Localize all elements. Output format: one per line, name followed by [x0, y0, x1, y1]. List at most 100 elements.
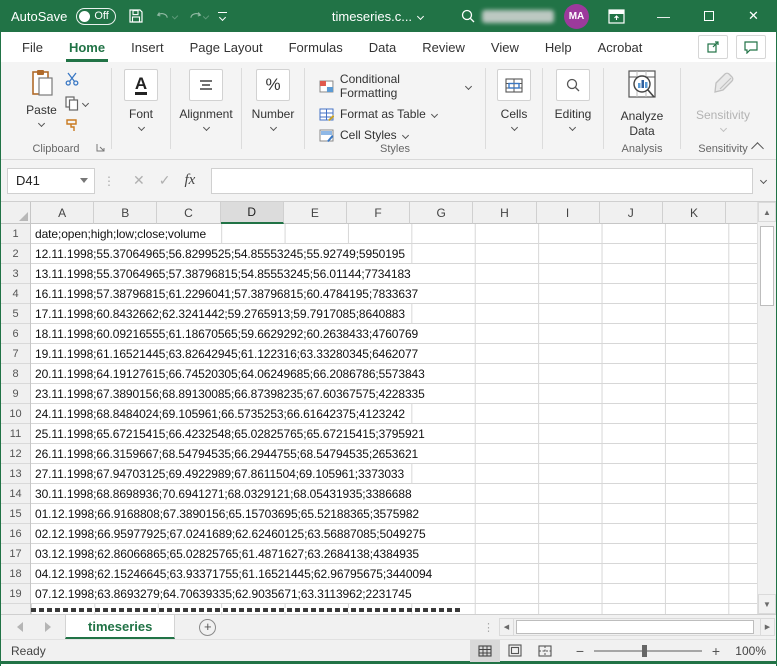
redo-icon[interactable]	[187, 5, 209, 27]
column-header-K[interactable]: K	[663, 202, 726, 224]
cut-button[interactable]	[65, 72, 88, 89]
row-header-1[interactable]: 1	[1, 224, 30, 244]
normal-view-button[interactable]	[470, 640, 500, 662]
grid-row-1[interactable]: date;open;high;low;close;volume	[31, 224, 210, 243]
column-header-C[interactable]: C	[157, 202, 220, 224]
number-button[interactable]: % Number	[252, 69, 295, 130]
document-title[interactable]: timeseries.c...	[332, 9, 412, 24]
previous-sheet-icon[interactable]	[17, 622, 23, 632]
grid-row-19[interactable]: 07.12.1998;63.8693279;64.70639335;62.903…	[31, 584, 416, 603]
grid-row-20-clipped[interactable]	[31, 608, 461, 612]
row-header-12[interactable]: 12	[1, 444, 30, 464]
horizontal-scrollbar-thumb[interactable]	[516, 620, 754, 634]
row-header-11[interactable]: 11	[1, 424, 30, 444]
editing-button[interactable]: Editing	[555, 69, 592, 130]
tab-view[interactable]: View	[478, 32, 532, 62]
row-header-2[interactable]: 2	[1, 244, 30, 264]
new-sheet-button[interactable]: +	[199, 619, 216, 636]
avatar[interactable]: MA	[564, 4, 589, 29]
grid-row-5[interactable]: 17.11.1998;60.8432662;62.3241442;59.2765…	[31, 304, 409, 323]
grid-row-4[interactable]: 16.11.1998;57.38796815;61.2296041;57.387…	[31, 284, 422, 303]
row-header-15[interactable]: 15	[1, 504, 30, 524]
tab-home[interactable]: Home	[56, 32, 118, 62]
row-header-16[interactable]: 16	[1, 524, 30, 544]
row-header-4[interactable]: 4	[1, 284, 30, 304]
horizontal-scrollbar[interactable]	[514, 618, 760, 636]
clipboard-dialog-launcher-icon[interactable]	[96, 141, 105, 155]
close-button[interactable]: ✕	[731, 0, 776, 32]
row-header-5[interactable]: 5	[1, 304, 30, 324]
grid-row-7[interactable]: 19.11.1998;61.16521445;63.82642945;61.12…	[31, 344, 422, 363]
row-header-9[interactable]: 9	[1, 384, 30, 404]
next-sheet-icon[interactable]	[45, 622, 51, 632]
row-header-13[interactable]: 13	[1, 464, 30, 484]
grid-row-11[interactable]: 25.11.1998;65.67215415;66.4232548;65.028…	[31, 424, 429, 443]
name-box-dropdown-icon[interactable]	[80, 178, 88, 183]
row-header-7[interactable]: 7	[1, 344, 30, 364]
page-layout-view-button[interactable]	[500, 640, 530, 662]
tab-data[interactable]: Data	[356, 32, 409, 62]
font-button[interactable]: A Font	[124, 69, 158, 130]
grid-row-18[interactable]: 04.12.1998;62.15246645;63.93371755;61.16…	[31, 564, 436, 583]
grid-row-17[interactable]: 03.12.1998;62.86066865;65.02825765;61.48…	[31, 544, 423, 563]
grid-row-2[interactable]: 12.11.1998;55.37064965;56.8299525;54.855…	[31, 244, 409, 263]
ribbon-display-options-icon[interactable]	[605, 5, 627, 27]
column-header-I[interactable]: I	[537, 202, 600, 224]
grid-row-12[interactable]: 26.11.1998;66.3159667;68.54794535;66.294…	[31, 444, 422, 463]
column-header-D[interactable]: D	[221, 202, 284, 224]
formula-bar-handle[interactable]: ⋮	[103, 178, 115, 184]
grid-row-6[interactable]: 18.11.1998;60.09216555;61.18670565;59.66…	[31, 324, 422, 343]
quick-access-toolbar-menu-icon[interactable]	[218, 12, 227, 20]
formula-input[interactable]	[211, 168, 753, 194]
column-header-E[interactable]: E	[284, 202, 347, 224]
autosave-toggle[interactable]: Off	[76, 8, 115, 25]
row-header-19[interactable]: 19	[1, 584, 30, 604]
enter-icon[interactable]: ✓	[159, 172, 171, 189]
column-header-partial[interactable]	[726, 202, 757, 224]
row-header-6[interactable]: 6	[1, 324, 30, 344]
grid-row-3[interactable]: 13.11.1998;55.37064965;57.38796815;54.85…	[31, 264, 415, 283]
column-header-B[interactable]: B	[94, 202, 157, 224]
scroll-left-icon[interactable]: ◀	[499, 618, 514, 636]
row-header-3[interactable]: 3	[1, 264, 30, 284]
paste-button[interactable]: Paste	[26, 69, 57, 135]
search-icon[interactable]	[457, 5, 479, 27]
page-break-preview-button[interactable]	[530, 640, 560, 662]
maximize-button[interactable]	[686, 0, 731, 32]
zoom-slider[interactable]	[594, 650, 702, 652]
share-button[interactable]	[698, 35, 728, 59]
alignment-button[interactable]: Alignment	[179, 69, 232, 130]
cell-styles-button[interactable]: Cell Styles	[319, 128, 408, 142]
tab-acrobat[interactable]: Acrobat	[585, 32, 656, 62]
insert-function-icon[interactable]: fx	[184, 172, 195, 189]
cells-button[interactable]: Cells	[497, 69, 531, 130]
column-header-J[interactable]: J	[600, 202, 663, 224]
column-header-F[interactable]: F	[347, 202, 410, 224]
sensitivity-button[interactable]: Sensitivity	[696, 69, 750, 131]
grid-row-16[interactable]: 02.12.1998;66.95977925;67.0241689;62.624…	[31, 524, 430, 543]
row-header-18[interactable]: 18	[1, 564, 30, 584]
column-header-G[interactable]: G	[410, 202, 473, 224]
copy-button[interactable]	[65, 96, 88, 111]
row-header-10[interactable]: 10	[1, 404, 30, 424]
format-as-table-button[interactable]: Format as Table	[319, 107, 437, 121]
scroll-up-icon[interactable]: ▲	[758, 202, 776, 222]
select-all-button[interactable]	[1, 202, 31, 224]
tab-review[interactable]: Review	[409, 32, 478, 62]
save-icon[interactable]	[125, 5, 147, 27]
tab-formulas[interactable]: Formulas	[276, 32, 356, 62]
cells-area[interactable]: date;open;high;low;close;volume12.11.199…	[31, 224, 759, 614]
vertical-scrollbar-thumb[interactable]	[760, 226, 774, 306]
grid-row-9[interactable]: 23.11.1998;67.3890156;68.89130085;66.873…	[31, 384, 429, 403]
tab-page-layout[interactable]: Page Layout	[177, 32, 276, 62]
sheet-tab-timeseries[interactable]: timeseries	[65, 615, 175, 639]
grid-row-10[interactable]: 24.11.1998;68.8484024;69.105961;66.57352…	[31, 404, 409, 423]
row-header-14[interactable]: 14	[1, 484, 30, 504]
zoom-slider-thumb[interactable]	[642, 645, 647, 657]
grid-row-15[interactable]: 01.12.1998;66.9168808;67.3890156;65.1570…	[31, 504, 423, 523]
grid-row-8[interactable]: 20.11.1998;64.19127615;66.74520305;64.06…	[31, 364, 429, 383]
row-header-8[interactable]: 8	[1, 364, 30, 384]
tab-help[interactable]: Help	[532, 32, 585, 62]
tab-splitter-handle[interactable]: ⋮	[483, 621, 494, 634]
zoom-in-button[interactable]: +	[710, 643, 722, 659]
